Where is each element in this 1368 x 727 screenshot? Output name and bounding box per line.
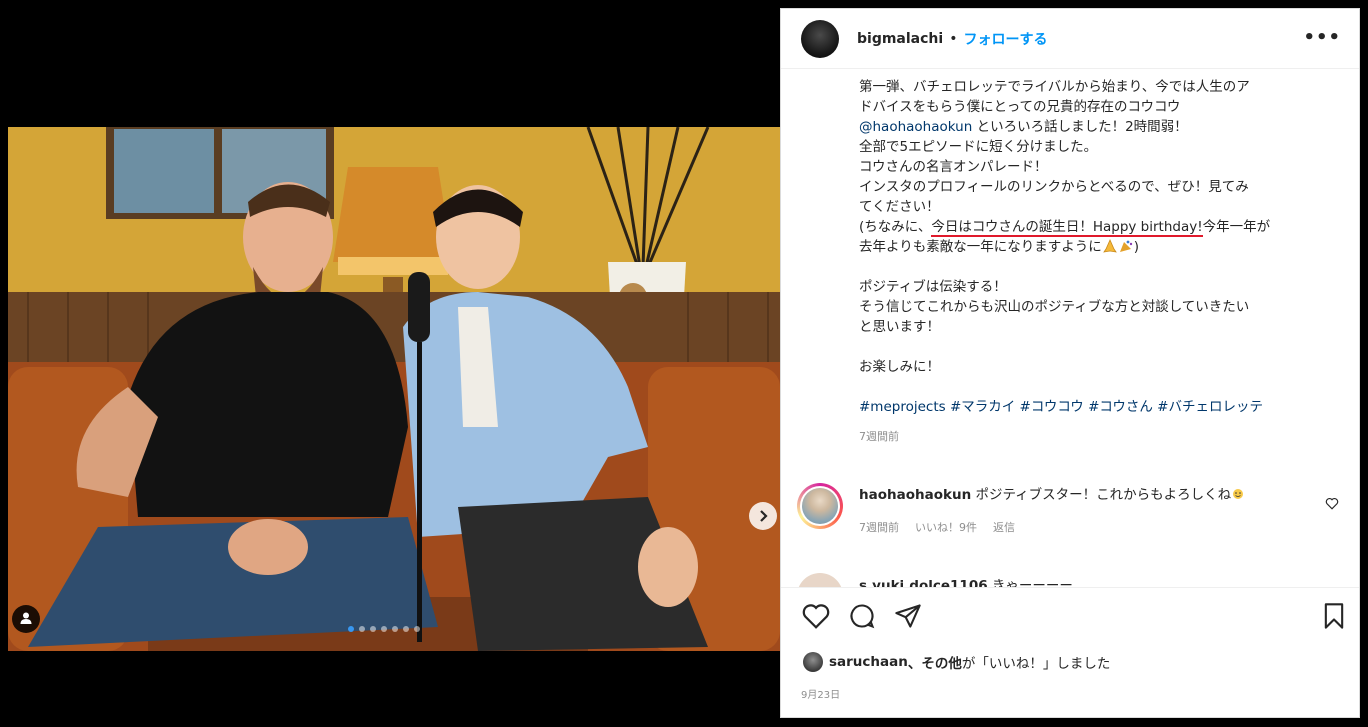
comment-meta: 7週間前 いいね！9件 返信 [859, 519, 1015, 535]
carousel-dot[interactable] [348, 626, 354, 632]
mention-link[interactable]: @haohaohaokun [859, 119, 972, 135]
caption-text: といろいろ話しました！2時間弱！ [972, 119, 1188, 135]
bookmark-icon[interactable] [1321, 602, 1347, 634]
likes-comma: 、 [907, 656, 922, 672]
liker-avatar[interactable] [803, 652, 823, 672]
smiling-face-icon [1231, 487, 1247, 501]
post-media [0, 0, 780, 727]
caption-line: インスタのプロフィールのリンクからとべるので、ぜひ！見てみ [859, 179, 1249, 195]
commenter-avatar[interactable] [797, 573, 843, 587]
comment-text: ポジティブスター！これからもよろしくね [971, 487, 1232, 503]
heart-icon[interactable] [801, 602, 831, 634]
header-separator: • [949, 30, 958, 47]
carousel-dot[interactable] [370, 626, 376, 632]
party-popper-icon [1118, 239, 1134, 253]
caption-line: 第一弾、バチェロレッテでライバルから始まり、今では人生のア [859, 79, 1250, 95]
caption-line: ドバイスをもらう僕にとっての兄貴的存在のコウコウ [859, 99, 1181, 115]
caption-line: そう信じてこれからも沢山のポジティブな方と対談していきたい [859, 299, 1250, 315]
carousel-dots [348, 626, 420, 632]
caption-text: 去年よりも素敵な一年になりますように [859, 239, 1102, 255]
commenter-username[interactable]: haohaohaokun [859, 487, 971, 503]
comment-body: s.yuki.dolce1106 きゃーーーー [859, 574, 1073, 587]
caption-text: ) [1133, 239, 1140, 255]
caption-line: @haohaohaokun といろいろ話しました！2時間弱！ [859, 117, 1349, 137]
reply-button[interactable]: 返信 [993, 519, 1015, 535]
comment-item: haohaohaokun ポジティブスター！これからもよろしくね 7週間前 いい… [797, 481, 1347, 541]
tagged-users-button[interactable] [12, 605, 40, 633]
carousel-dot[interactable] [414, 626, 420, 632]
caption-line: コウさんの名言オンパレード！ [859, 159, 1048, 175]
comment-text: きゃーーーー [987, 578, 1073, 587]
likes-suffix: が「いいね！」しました [961, 656, 1111, 672]
caption-hashtags[interactable]: #meprojects #マラカイ #コウコウ #コウさん #バチェロレッテ [859, 397, 1349, 417]
heart-icon[interactable] [1325, 495, 1339, 514]
carousel-dot[interactable] [403, 626, 409, 632]
next-slide-button[interactable] [749, 502, 777, 530]
post-date[interactable]: 9月23日 [801, 686, 840, 701]
comment-icon[interactable] [847, 602, 877, 634]
carousel-dot[interactable] [359, 626, 365, 632]
commenter-avatar[interactable] [797, 483, 843, 529]
carousel-dot[interactable] [392, 626, 398, 632]
share-icon[interactable] [893, 602, 923, 634]
caption-line: てください！ [859, 199, 940, 215]
caption-line: 去年よりも素敵な一年になりますように) [859, 237, 1349, 257]
caption-line: ポジティブは伝染する！ [859, 279, 1007, 295]
more-options-icon[interactable]: ••• [1303, 27, 1341, 48]
author-avatar[interactable] [801, 19, 839, 58]
likes-summary: saruchaan、その他 が「いいね！」しました [803, 652, 1110, 672]
comment-likes[interactable]: いいね！9件 [915, 519, 977, 535]
post-side-panel: bigmalachi • フォローする ••• 第一弾、バチェロレッテでライバル… [780, 8, 1360, 718]
comment-time[interactable]: 7週間前 [859, 519, 899, 535]
post-actions: saruchaan、その他 が「いいね！」しました 9月23日 [781, 587, 1359, 719]
commenter-username[interactable]: s.yuki.dolce1106 [859, 578, 988, 587]
caption-line: 全部で5エピソードに短く分けました。 [859, 139, 1098, 155]
post-caption: 第一弾、バチェロレッテでライバルから始まり、今では人生のア ドバイスをもらう僕に… [859, 77, 1349, 447]
comment-item: s.yuki.dolce1106 きゃーーーー [797, 569, 1347, 587]
post-header: bigmalachi • フォローする ••• [781, 9, 1359, 69]
praying-hands-icon [1102, 239, 1118, 253]
likes-others-link[interactable]: その他 [921, 652, 962, 672]
caption-text: 今年一年が [1202, 219, 1271, 235]
comments-scroll-area[interactable]: 第一弾、バチェロレッテでライバルから始まり、今では人生のア ドバイスをもらう僕に… [781, 69, 1359, 587]
post-photo[interactable] [8, 127, 780, 651]
photo-illustration [8, 127, 780, 651]
user-icon [19, 610, 33, 629]
caption-text: (ちなみに、 [859, 219, 932, 235]
caption-line: お楽しみに！ [859, 359, 940, 375]
caption-line: (ちなみに、今日はコウさんの誕生日！Happy birthday!今年一年が [859, 217, 1349, 237]
follow-button[interactable]: フォローする [963, 29, 1047, 49]
birthday-highlight: 今日はコウさんの誕生日！Happy birthday! [931, 219, 1203, 237]
comment-body: haohaohaokun ポジティブスター！これからもよろしくね [859, 483, 1247, 503]
chevron-right-icon [756, 509, 770, 523]
carousel-dot[interactable] [381, 626, 387, 632]
caption-line: と思います！ [859, 319, 940, 335]
liker-username[interactable]: saruchaan [829, 654, 908, 670]
author-username[interactable]: bigmalachi [857, 31, 943, 47]
caption-timestamp[interactable]: 7週間前 [859, 427, 1349, 447]
